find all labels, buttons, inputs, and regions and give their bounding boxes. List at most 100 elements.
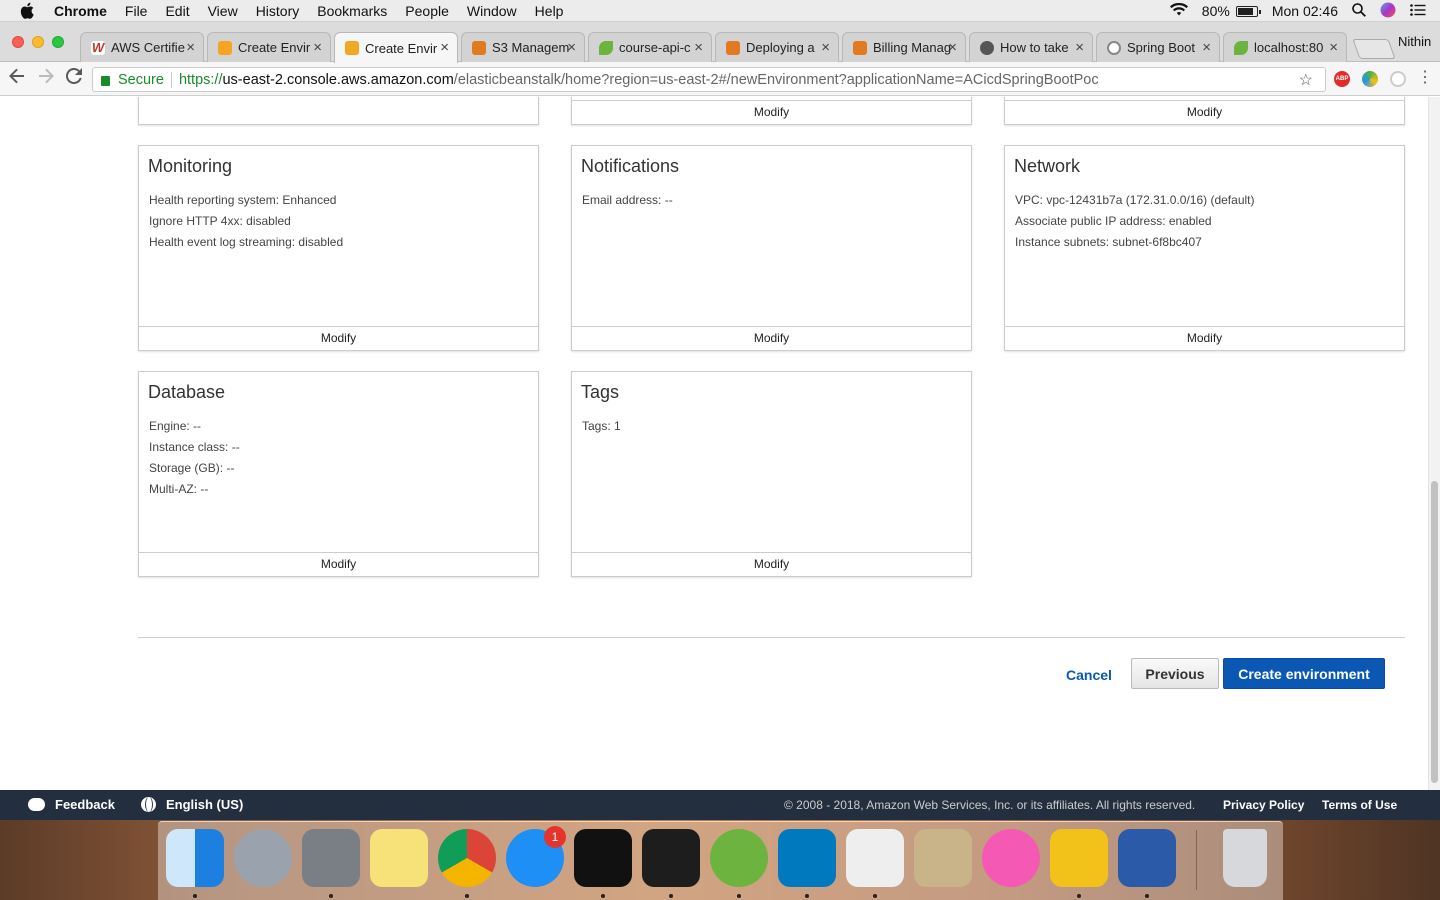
dock-running-indicator [1077,894,1081,898]
card-partial-1 [138,97,539,125]
forward-arrow-icon[interactable] [38,68,54,89]
card-line: Instance subnets: subnet-6f8bc407 [1015,235,1202,249]
tab-close-icon[interactable]: × [821,39,830,56]
notifications-modify-button[interactable]: Modify [572,326,971,350]
browser-tab[interactable]: localhost:80 × [1223,32,1347,62]
menu-edit[interactable]: Edit [165,3,189,19]
trash-icon[interactable] [1223,829,1267,887]
cancel-button[interactable]: Cancel [1060,662,1118,688]
menu-file[interactable]: File [125,3,148,19]
database-modify-button[interactable]: Modify [139,552,538,576]
card-line: Associate public IP address: enabled [1015,214,1212,228]
menu-help[interactable]: Help [535,3,564,19]
menubar-clock[interactable]: Mon 02:46 [1272,3,1338,19]
menu-history[interactable]: History [256,3,300,19]
browser-tab-active[interactable]: Create Envir × [334,32,458,63]
scrollbar-thumb[interactable] [1431,481,1438,783]
dock-running-indicator [737,894,741,898]
card-line: Engine: -- [149,419,202,433]
menu-people[interactable]: People [405,3,449,19]
menu-window[interactable]: Window [467,3,517,19]
tab-close-icon[interactable]: × [1075,39,1084,56]
winzip-icon[interactable] [1050,829,1108,887]
browser-tab[interactable]: Spring Boot × [1096,32,1220,62]
tab-close-icon[interactable]: × [567,39,576,56]
notes-icon[interactable] [370,829,428,887]
dock-running-indicator [669,894,673,898]
tab-title: Create Envir [238,40,311,55]
monitoring-modify-button[interactable]: Modify [139,326,538,350]
textedit-icon[interactable] [846,829,904,887]
card-title: Tags [581,382,620,402]
extension-color-icon[interactable] [1362,71,1378,87]
battery-percentage[interactable]: 80% [1202,3,1230,19]
browser-tab[interactable]: S3 Managem × [461,32,585,62]
copyright-text: © 2008 - 2018, Amazon Web Services, Inc.… [784,798,1196,812]
chrome-icon[interactable] [438,829,496,887]
browser-tab[interactable]: Deploying a × [715,32,839,62]
tab-close-icon[interactable]: × [440,39,449,56]
browser-tab[interactable]: Billing Manag × [842,32,966,62]
create-environment-button[interactable]: Create environment [1223,658,1385,689]
profile-name[interactable]: Nithin [1398,34,1431,49]
page-scrollbar[interactable] [1428,97,1440,790]
card-line: Instance class: -- [149,440,240,454]
bookmark-star-icon[interactable]: ☆ [1299,70,1313,90]
spring-tool-suite-icon[interactable] [710,829,768,887]
intellij-icon[interactable] [574,829,632,887]
word-icon[interactable] [1118,829,1176,887]
tab-close-icon[interactable]: × [694,39,703,56]
terminal-icon[interactable] [642,829,700,887]
siri-icon[interactable] [1380,2,1396,21]
language-selector[interactable]: English (US) [141,797,243,812]
menu-bookmarks[interactable]: Bookmarks [317,3,387,19]
modify-button[interactable]: Modify [572,100,971,124]
adblock-plus-icon[interactable]: ABP [1334,71,1350,87]
itunes-icon[interactable] [982,829,1040,887]
privacy-policy-link[interactable]: Privacy Policy [1223,798,1304,812]
tab-close-icon[interactable]: × [186,39,195,56]
notification-center-icon[interactable] [1410,3,1426,19]
back-arrow-icon[interactable] [9,68,25,89]
tab-title: Deploying a [746,40,815,55]
browser-tab[interactable]: course-api-c × [588,32,712,62]
trello-icon[interactable] [778,829,836,887]
browser-tab[interactable]: W AWS Certifie × [80,32,204,62]
spotlight-search-icon[interactable] [1352,2,1366,20]
tags-modify-button[interactable]: Modify [572,552,971,576]
menu-view[interactable]: View [208,3,238,19]
finder-icon[interactable] [166,829,224,887]
dock-separator [1196,830,1197,890]
tab-close-icon[interactable]: × [1202,39,1211,56]
previous-button[interactable]: Previous [1131,658,1219,689]
window-close-button[interactable] [12,36,24,48]
browser-tab-strip: W AWS Certifie × Create Envir × Create Envi… [0,22,1440,63]
window-zoom-button[interactable] [52,36,64,48]
new-tab-button[interactable] [1352,39,1396,59]
window-minimize-button[interactable] [32,36,44,48]
browser-tab[interactable]: How to take × [969,32,1093,62]
browser-tab[interactable]: Create Envir × [207,32,331,62]
feedback-link[interactable]: Feedback [28,797,115,812]
launchpad-icon[interactable] [234,829,292,887]
system-preferences-icon[interactable] [302,829,360,887]
address-bar[interactable]: Secure https://us-east-2.console.aws.ama… [92,67,1326,92]
modify-button[interactable]: Modify [1005,100,1404,124]
network-modify-button[interactable]: Modify [1005,326,1404,350]
dock-running-indicator [329,894,333,898]
tab-close-icon[interactable]: × [313,39,322,56]
secure-label: Secure [118,71,164,88]
tab-close-icon[interactable]: × [948,39,957,56]
tab-close-icon[interactable]: × [1329,39,1338,56]
chrome-menu-icon[interactable]: ⋮ [1417,67,1433,87]
menu-app-name[interactable]: Chrome [54,3,107,19]
terms-of-use-link[interactable]: Terms of Use [1322,798,1397,812]
battery-icon[interactable] [1235,5,1261,17]
wifi-icon[interactable] [1169,2,1188,19]
extension-circle-icon[interactable] [1390,71,1406,87]
keychain-icon[interactable] [914,829,972,887]
reload-icon[interactable] [65,67,82,89]
url-scheme: https:// [178,71,223,88]
tab-favicon-icon [980,41,994,55]
apple-icon[interactable] [20,0,38,22]
